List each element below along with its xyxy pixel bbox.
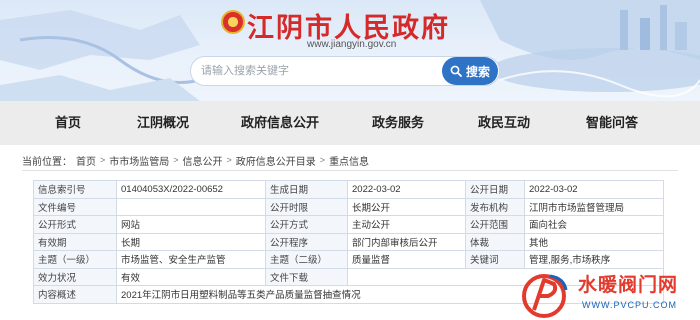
chevron-right-icon: > bbox=[100, 155, 106, 165]
watermark-text: 水暖阀门网 bbox=[578, 274, 679, 296]
label-issuer: 发布机构 bbox=[465, 197, 525, 216]
value-disclosure-procedure: 部门内部审核后公开 bbox=[347, 232, 466, 251]
label-disclosure-procedure: 公开程序 bbox=[265, 232, 348, 251]
table-row: 公开形式 网站 公开方式 主动公开 公开范围 面向社会 bbox=[33, 215, 664, 234]
site-header: 江阴市人民政府 www.jiangyin.gov.cn 搜索 bbox=[0, 0, 700, 101]
label-keywords: 关键词 bbox=[465, 250, 525, 269]
breadcrumb-key-info[interactable]: 重点信息 bbox=[329, 153, 369, 168]
main-nav: 首页 江阴概况 政府信息公开 政务服务 政民互动 智能问答 bbox=[0, 101, 700, 145]
label-created-date: 生成日期 bbox=[265, 180, 348, 199]
label-index-no: 信息索引号 bbox=[33, 180, 117, 199]
breadcrumb-divider bbox=[22, 170, 678, 171]
label-validity: 有效期 bbox=[33, 232, 117, 251]
nav-services[interactable]: 政务服务 bbox=[372, 101, 424, 145]
chevron-right-icon: > bbox=[319, 155, 326, 165]
breadcrumb-prefix: 当前位置： bbox=[22, 156, 72, 168]
label-disclosure-method: 公开方式 bbox=[265, 215, 348, 234]
label-file-no: 文件编号 bbox=[33, 197, 117, 216]
label-genre: 体裁 bbox=[465, 232, 525, 251]
value-effectiveness: 有效 bbox=[116, 267, 266, 286]
search-button-label: 搜索 bbox=[465, 64, 490, 79]
value-created-date: 2022-03-02 bbox=[347, 180, 466, 199]
value-disclosure-period: 长期公开 bbox=[347, 197, 466, 216]
label-summary: 内容概述 bbox=[33, 285, 117, 304]
breadcrumb-bureau[interactable]: 市市场监管局 bbox=[109, 153, 169, 168]
value-disclosure-method: 主动公开 bbox=[347, 215, 466, 234]
label-disclosure-form: 公开形式 bbox=[33, 215, 117, 234]
label-topic-primary: 主题（一级） bbox=[33, 250, 117, 269]
value-publish-date: 2022-03-02 bbox=[524, 180, 664, 199]
site-logo[interactable]: 江阴市人民政府 www.jiangyin.gov.cn bbox=[221, 6, 481, 56]
label-file-download: 文件下载 bbox=[265, 267, 348, 286]
nav-overview[interactable]: 江阴概况 bbox=[137, 101, 189, 145]
value-topic-primary: 市场监管、安全生产监管 bbox=[116, 250, 266, 269]
value-index-no: 01404053X/2022-00652 bbox=[116, 180, 266, 199]
table-row: 有效期 长期 公开程序 部门内部审核后公开 体裁 其他 bbox=[33, 232, 664, 251]
chevron-right-icon: > bbox=[226, 155, 232, 165]
site-url: www.jiangyin.gov.cn bbox=[307, 39, 397, 50]
nav-interaction[interactable]: 政民互动 bbox=[478, 101, 530, 145]
nav-home[interactable]: 首页 bbox=[55, 101, 81, 145]
breadcrumb-catalog[interactable]: 政府信息公开目录 bbox=[236, 153, 316, 168]
breadcrumb: 当前位置： 首页 > 市市场监管局 > 信息公开 > 政府信息公开目录 > 重点… bbox=[22, 152, 369, 168]
chevron-right-icon: > bbox=[173, 155, 179, 165]
table-row: 信息索引号 01404053X/2022-00652 生成日期 2022-03-… bbox=[33, 180, 664, 199]
label-disclosure-period: 公开时限 bbox=[265, 197, 348, 216]
label-topic-secondary: 主题（二级） bbox=[265, 250, 348, 269]
value-disclosure-scope: 面向社会 bbox=[524, 215, 664, 234]
watermark-url: WWW.PVCPU.COM bbox=[582, 300, 677, 310]
watermark: 水暖阀门网 WWW.PVCPU.COM bbox=[520, 264, 700, 320]
watermark-logo-icon bbox=[522, 274, 568, 318]
national-emblem-icon bbox=[221, 10, 245, 34]
label-publish-date: 公开日期 bbox=[465, 180, 525, 199]
value-validity: 长期 bbox=[116, 232, 266, 251]
value-disclosure-form: 网站 bbox=[116, 215, 266, 234]
value-topic-secondary: 质量监督 bbox=[347, 250, 466, 269]
value-genre: 其他 bbox=[524, 232, 664, 251]
table-row: 文件编号 公开时限 长期公开 发布机构 江阴市市场监督管理局 bbox=[33, 197, 664, 216]
value-issuer: 江阴市市场监督管理局 bbox=[524, 197, 664, 216]
value-file-no bbox=[116, 197, 266, 216]
breadcrumb-home[interactable]: 首页 bbox=[76, 153, 96, 168]
nav-smart-qa[interactable]: 智能问答 bbox=[586, 101, 638, 145]
breadcrumb-info-public[interactable]: 信息公开 bbox=[183, 153, 223, 168]
search-input[interactable] bbox=[201, 57, 441, 85]
search-icon bbox=[450, 65, 462, 77]
search-button[interactable]: 搜索 bbox=[442, 57, 498, 85]
label-disclosure-scope: 公开范围 bbox=[465, 215, 525, 234]
nav-gov-info[interactable]: 政府信息公开 bbox=[241, 101, 319, 145]
label-effectiveness: 效力状况 bbox=[33, 267, 117, 286]
